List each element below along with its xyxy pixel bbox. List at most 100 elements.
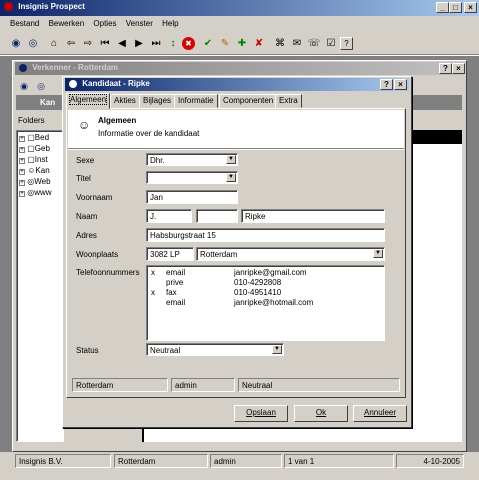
list-item[interactable]: x email janripke@gmail.com bbox=[150, 268, 381, 278]
status-user: admin bbox=[210, 454, 282, 468]
mail-icon[interactable]: ✉ bbox=[289, 35, 305, 51]
chevron-down-icon[interactable]: ▼ bbox=[226, 173, 236, 182]
voornaam-field[interactable]: Jan bbox=[146, 190, 238, 204]
postcode-field[interactable]: 3082 LP bbox=[146, 247, 194, 261]
tab-akties[interactable]: Akties bbox=[110, 94, 140, 108]
tree-item[interactable]: + ◎www bbox=[19, 188, 61, 199]
explorer-titlebar: Verkenner - Rotterdam bbox=[15, 62, 464, 75]
sexe-value: Dhr. bbox=[150, 156, 165, 165]
home-icon[interactable]: ⌂ bbox=[46, 35, 62, 51]
close-button[interactable]: × bbox=[464, 2, 477, 13]
dialog-title: Kandidaat - Ripke bbox=[82, 79, 150, 88]
tree-item[interactable]: + ▢Geb bbox=[19, 144, 61, 155]
woonplaats-label: Woonplaats bbox=[76, 250, 119, 259]
list-item[interactable]: x fax 010-4951410 bbox=[150, 288, 381, 298]
edit-icon[interactable]: ✎ bbox=[217, 35, 233, 51]
tab-algemeen[interactable]: Algemeen bbox=[66, 93, 111, 109]
explorer-globe-icon[interactable]: ◎ bbox=[33, 78, 49, 94]
menu-bestand[interactable]: Bestand bbox=[10, 19, 39, 28]
help-icon[interactable]: ? bbox=[340, 36, 353, 50]
toolbar: ◉ ◎ ⌂ ⇦ ⇨ ⏮ ◀ ▶ ⏭ ↕ ✖ ✔ ✎ ✚ ✘ ⌘ ✉ ☏ ☑ ? bbox=[8, 34, 468, 52]
phone-mark: x bbox=[151, 268, 155, 277]
candidate-icon bbox=[69, 79, 77, 88]
delete-icon[interactable]: ✘ bbox=[251, 35, 267, 51]
explorer-browse-icon[interactable]: ◉ bbox=[16, 78, 32, 94]
app-title: Insignis Prospect bbox=[18, 2, 85, 11]
dialog-close-button[interactable]: × bbox=[394, 79, 407, 90]
status-city: Rotterdam bbox=[114, 454, 208, 468]
naam-label: Naam bbox=[76, 212, 98, 221]
check-list-icon[interactable]: ☑ bbox=[323, 35, 339, 51]
tab-bijlages[interactable]: Bijlages bbox=[139, 94, 176, 108]
info-status: Neutraal bbox=[238, 378, 400, 392]
info-user: admin bbox=[171, 378, 235, 392]
forward-icon[interactable]: ⇨ bbox=[80, 35, 96, 51]
status-label: Status bbox=[76, 346, 99, 355]
phone-type: prive bbox=[166, 278, 184, 287]
titel-select[interactable]: ▼ bbox=[146, 171, 238, 184]
maximize-button[interactable]: □ bbox=[449, 2, 462, 13]
first-record-icon[interactable]: ⏮ bbox=[97, 35, 113, 51]
stop-icon[interactable]: ✖ bbox=[182, 36, 195, 50]
city-value: Rotterdam bbox=[200, 250, 238, 259]
explorer-window-icon bbox=[19, 63, 27, 72]
menu-venster[interactable]: Venster bbox=[126, 19, 153, 28]
folders-label: Folders bbox=[18, 116, 45, 125]
folder-icon: ▢ bbox=[27, 155, 35, 164]
explorer-band-label: Kan bbox=[40, 98, 56, 107]
chevron-down-icon[interactable]: ▼ bbox=[226, 155, 236, 164]
refresh-icon[interactable]: ↕ bbox=[165, 35, 181, 51]
tree-item[interactable]: + ▢Bed bbox=[19, 133, 61, 144]
menu-opties[interactable]: Opties bbox=[93, 19, 116, 28]
tree-item[interactable]: + ☺Kan bbox=[19, 166, 61, 177]
sexe-select[interactable]: Dhr. ▼ bbox=[146, 153, 238, 166]
voornaam-label: Voornaam bbox=[76, 193, 113, 202]
explorer-help-button[interactable]: ? bbox=[439, 63, 452, 74]
folder-tree[interactable]: + ▢Bed + ▢Geb + ▢Inst + ☺Kan + ◎Web + ◎w… bbox=[16, 130, 64, 442]
tab-informatie[interactable]: Informatie bbox=[174, 94, 218, 108]
menu-help[interactable]: Help bbox=[162, 19, 178, 28]
tree-item[interactable]: + ◎Web bbox=[19, 177, 61, 188]
chevron-down-icon[interactable]: ▼ bbox=[272, 345, 282, 354]
explore-icon[interactable]: ◉ bbox=[8, 35, 24, 51]
globe-icon[interactable]: ◎ bbox=[25, 35, 41, 51]
tab-extra[interactable]: Extra bbox=[275, 94, 302, 108]
tree-item[interactable]: + ▢Inst bbox=[19, 155, 61, 166]
cancel-button[interactable]: Annuleer bbox=[353, 405, 407, 422]
back-icon[interactable]: ⇦ bbox=[63, 35, 79, 51]
chevron-down-icon[interactable]: ▼ bbox=[373, 249, 383, 258]
ok-button[interactable]: Ok bbox=[294, 405, 348, 422]
list-item[interactable]: prive 010-4292808 bbox=[150, 278, 381, 288]
telefoon-label: Telefoonnummers bbox=[76, 268, 140, 277]
dialog-help-button[interactable]: ? bbox=[380, 79, 393, 90]
adres-field[interactable]: Habsburgstraat 15 bbox=[146, 228, 385, 242]
naam-last-field[interactable]: Ripke bbox=[241, 209, 385, 223]
add-icon[interactable]: ✚ bbox=[234, 35, 250, 51]
phone-list[interactable]: x email janripke@gmail.com prive 010-429… bbox=[146, 265, 385, 341]
phone-value: 010-4951410 bbox=[234, 288, 282, 297]
save-button[interactable]: Opslaan bbox=[234, 405, 288, 422]
explorer-title: Verkenner - Rotterdam bbox=[32, 63, 119, 72]
tab-componenten[interactable]: Componenten bbox=[219, 94, 278, 108]
last-record-icon[interactable]: ⏭ bbox=[148, 35, 164, 51]
phone-mark: x bbox=[151, 288, 155, 297]
previous-record-icon[interactable]: ◀ bbox=[114, 35, 130, 51]
status-value: Neutraal bbox=[150, 346, 181, 355]
naam-initials-field[interactable]: J. bbox=[146, 209, 192, 223]
status-select[interactable]: Neutraal ▼ bbox=[146, 343, 284, 356]
phone-value: janripke@gmail.com bbox=[234, 268, 307, 277]
phone-type: email bbox=[166, 298, 186, 307]
list-item[interactable]: email janripke@hotmail.com bbox=[150, 298, 381, 308]
phone-icon[interactable]: ☏ bbox=[306, 35, 322, 51]
confirm-icon[interactable]: ✔ bbox=[200, 35, 216, 51]
menu-bewerken[interactable]: Bewerken bbox=[49, 19, 85, 28]
next-record-icon[interactable]: ▶ bbox=[131, 35, 147, 51]
naam-middle-field[interactable] bbox=[196, 209, 238, 223]
phone-value: 010-4292808 bbox=[234, 278, 282, 287]
app-titlebar: Insignis Prospect bbox=[0, 0, 479, 16]
city-select[interactable]: Rotterdam ▼ bbox=[196, 247, 385, 261]
folder-icon: ▢ bbox=[27, 133, 35, 142]
minimize-button[interactable]: _ bbox=[436, 2, 449, 13]
print-icon[interactable]: ⌘ bbox=[272, 35, 288, 51]
explorer-close-button[interactable]: × bbox=[452, 63, 465, 74]
